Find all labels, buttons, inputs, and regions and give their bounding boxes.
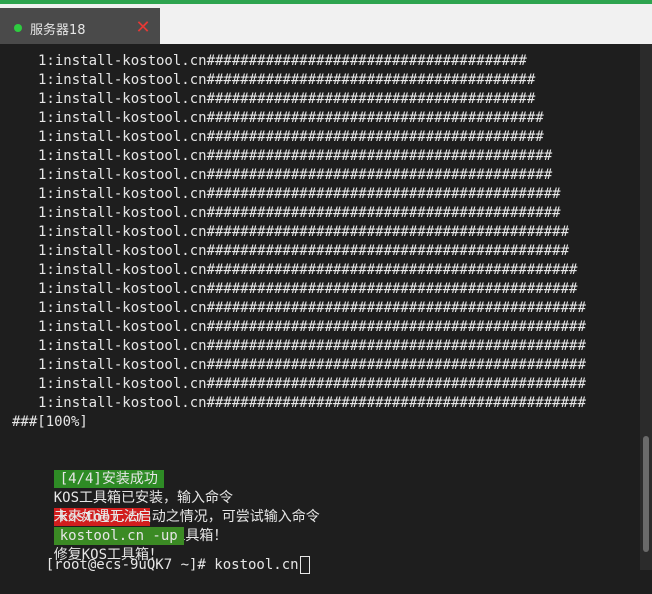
terminal-output[interactable]: 1:install-kostool.cn####################… — [0, 44, 640, 574]
install-progress-line: 1:install-kostool.cn####################… — [38, 243, 570, 259]
install-progress-line: 1:install-kostool.cn####################… — [38, 262, 578, 278]
install-progress-line: 1:install-kostool.cn####################… — [38, 129, 544, 145]
install-progress-line: 1:install-kostool.cn####################… — [38, 338, 586, 354]
scrollbar-thumb[interactable] — [643, 436, 649, 552]
message-2-prefix: 未来如遇无法启动之情况，可尝试输入命令 — [53, 509, 320, 525]
tab-title: 服务器18 — [30, 22, 86, 38]
install-progress-line: 1:install-kostool.cn####################… — [38, 72, 536, 88]
install-progress-line: 1:install-kostool.cn####################… — [38, 376, 586, 392]
prompt-text: [root@ecs-9uQK7 ~]# kostool.cn — [45, 557, 299, 573]
install-progress-line: 1:install-kostool.cn####################… — [38, 91, 536, 107]
install-progress-line: 1:install-kostool.cn####################… — [38, 148, 553, 164]
install-progress-line: 1:install-kostool.cn####################… — [38, 319, 586, 335]
text-cursor — [299, 556, 310, 574]
install-progress-line: 1:install-kostool.cn####################… — [38, 300, 586, 316]
install-progress-line: 1:install-kostool.cn####################… — [38, 53, 527, 69]
message-line-2: 未来如遇无法启动之情况，可尝试输入命令 kostool.cn -up 修复KOS… — [0, 489, 640, 563]
install-progress-line: 1:install-kostool.cn####################… — [38, 224, 570, 240]
connection-status-icon — [14, 24, 22, 32]
progress-percent: ###[100%] — [12, 414, 88, 430]
install-progress-line: 1:install-kostool.cn####################… — [38, 395, 586, 411]
tab-bar: 服务器18 ✕ — [0, 0, 652, 48]
install-progress-list: 1:install-kostool.cn####################… — [0, 52, 640, 413]
install-progress-line: 1:install-kostool.cn####################… — [38, 167, 553, 183]
terminal-scrollbar[interactable] — [640, 44, 652, 570]
install-progress-line: 1:install-kostool.cn####################… — [38, 186, 561, 202]
install-progress-line: 1:install-kostool.cn####################… — [38, 110, 544, 126]
close-icon[interactable]: ✕ — [134, 19, 152, 37]
success-line: [4/4]安装成功 — [0, 451, 640, 488]
install-progress-line: 1:install-kostool.cn####################… — [38, 357, 586, 373]
tab-server-18[interactable]: 服务器18 ✕ — [0, 8, 160, 48]
message-line-1: KOS工具箱已安装，输入命令 kostool.cn 即可启动/更新KOS工具箱！ — [0, 470, 640, 544]
install-progress-line: 1:install-kostool.cn####################… — [38, 281, 578, 297]
shell-prompt[interactable]: [root@ecs-9uQK7 ~]# kostool.cn — [0, 537, 640, 574]
install-progress-line: 1:install-kostool.cn####################… — [38, 205, 561, 221]
